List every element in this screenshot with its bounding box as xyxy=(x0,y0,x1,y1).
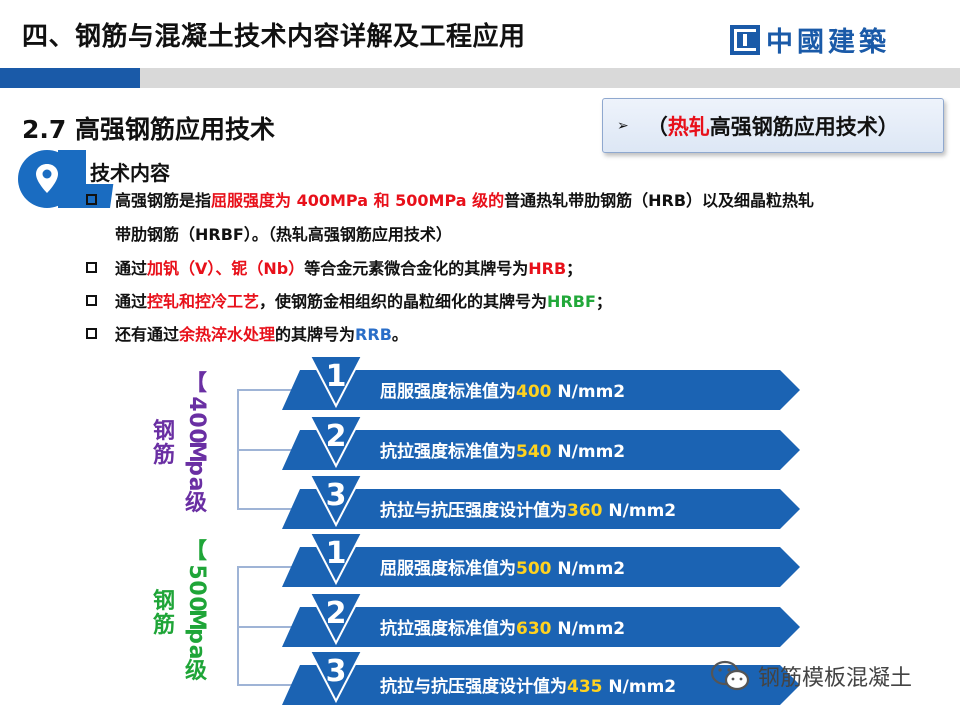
row-unit: N/mm2 xyxy=(552,442,626,462)
strength-banner-diagram: 1 屈服强度标准值为400 N/mm22 抗拉强度标准值为540 N/mm23 抗拉与… xyxy=(237,355,800,705)
row-label: 抗拉强度标准值为 xyxy=(380,441,516,462)
row-text: 抗拉强度标准值为540 N/mm2 xyxy=(380,441,625,462)
row-value: 360 xyxy=(567,501,603,521)
row-unit: N/mm2 xyxy=(603,677,677,697)
row-label: 抗拉与抗压强度设计值为 xyxy=(380,500,567,521)
row-value: 435 xyxy=(567,677,603,697)
row-unit: N/mm2 xyxy=(552,559,626,579)
row-label: 抗拉强度标准值为 xyxy=(380,618,516,639)
row-number: 1 xyxy=(326,536,347,571)
row-value: 540 xyxy=(516,442,552,462)
row-unit: N/mm2 xyxy=(603,501,677,521)
row-text: 抗拉与抗压强度设计值为360 N/mm2 xyxy=(380,500,676,521)
row-text: 抗拉与抗压强度设计值为435 N/mm2 xyxy=(380,676,676,697)
row-text: 屈服强度标准值为500 N/mm2 xyxy=(380,558,625,579)
row-value: 630 xyxy=(516,619,552,639)
row-value: 500 xyxy=(516,559,552,579)
strength-row: 2 抗拉强度标准值为630 N/mm2 xyxy=(282,592,800,647)
wechat-icon xyxy=(710,660,750,691)
row-unit: N/mm2 xyxy=(552,619,626,639)
strength-row: 1 屈服强度标准值为400 N/mm2 xyxy=(282,355,800,410)
strength-row: 2 抗拉强度标准值为540 N/mm2 xyxy=(282,415,800,470)
strength-row: 3 抗拉与抗压强度设计值为360 N/mm2 xyxy=(282,474,800,529)
strength-row: 1 屈服强度标准值为500 N/mm2 xyxy=(282,532,800,587)
row-label: 屈服强度标准值为 xyxy=(380,381,516,402)
row-text: 屈服强度标准值为400 N/mm2 xyxy=(380,381,625,402)
row-number: 2 xyxy=(326,419,347,454)
row-number: 1 xyxy=(326,359,347,394)
row-label: 屈服强度标准值为 xyxy=(380,558,516,579)
row-label: 抗拉与抗压强度设计值为 xyxy=(380,676,567,697)
row-number: 3 xyxy=(326,654,347,689)
row-number: 2 xyxy=(326,596,347,631)
watermark: 钢筋模板混凝土 xyxy=(710,660,912,692)
watermark-text: 钢筋模板混凝土 xyxy=(758,666,913,691)
row-number: 3 xyxy=(326,478,347,513)
row-text: 抗拉强度标准值为630 N/mm2 xyxy=(380,618,625,639)
row-unit: N/mm2 xyxy=(552,382,626,402)
row-value: 400 xyxy=(516,382,552,402)
